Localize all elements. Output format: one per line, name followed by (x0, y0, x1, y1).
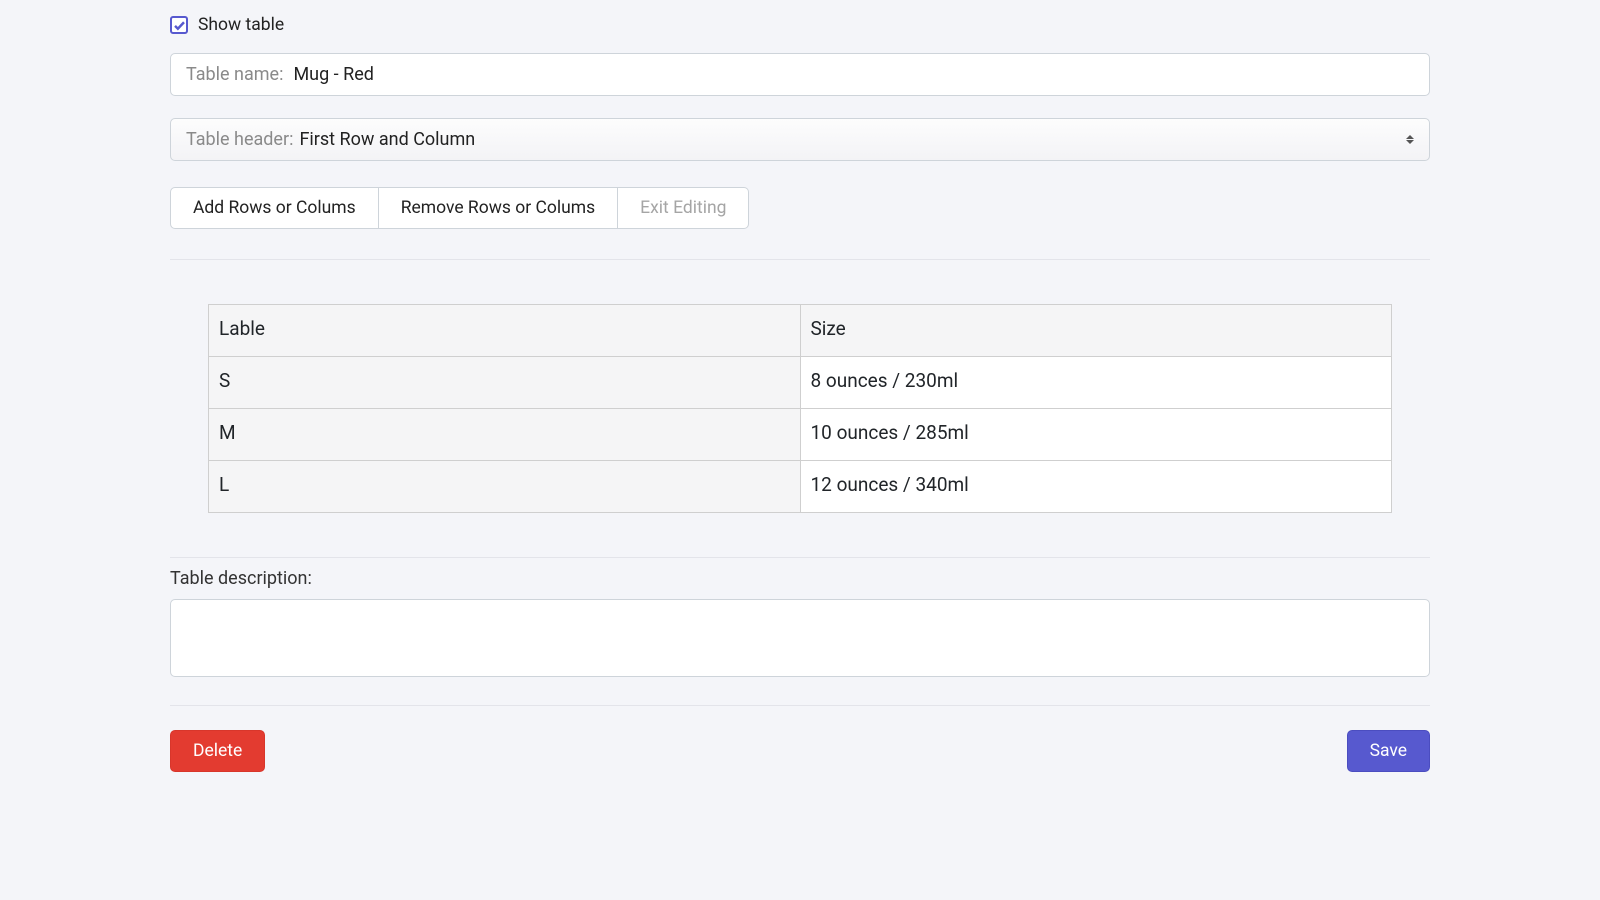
table-cell[interactable]: 10 ounces / 285ml (800, 409, 1392, 461)
divider (170, 705, 1430, 706)
table-header-row: Lable Size (209, 305, 1392, 357)
data-table: Lable Size S 8 ounces / 230ml M 10 ounce… (208, 304, 1392, 513)
exit-editing-button: Exit Editing (618, 187, 749, 229)
show-table-checkbox[interactable] (170, 16, 188, 34)
table-row: L 12 ounces / 340ml (209, 461, 1392, 513)
divider (170, 259, 1430, 260)
table-cell[interactable]: M (209, 409, 801, 461)
table-cell[interactable]: S (209, 357, 801, 409)
table-edit-button-group: Add Rows or Colums Remove Rows or Colums… (170, 187, 1430, 229)
table-name-label: Table name: (186, 64, 283, 85)
table-row: M 10 ounces / 285ml (209, 409, 1392, 461)
remove-rows-columns-button[interactable]: Remove Rows or Colums (379, 187, 618, 229)
table-description-textarea[interactable] (170, 599, 1430, 677)
delete-button[interactable]: Delete (170, 730, 265, 772)
table-header-cell[interactable]: Lable (209, 305, 801, 357)
table-header-label: Table header: (186, 129, 293, 150)
data-table-wrap: Lable Size S 8 ounces / 230ml M 10 ounce… (170, 304, 1430, 513)
table-name-input[interactable] (293, 64, 1414, 85)
check-icon (173, 19, 186, 32)
table-header-select[interactable]: Table header: First Row and Column (170, 118, 1430, 161)
table-header-value: First Row and Column (299, 129, 1414, 150)
action-row: Delete Save (170, 730, 1430, 772)
select-arrows-icon (1406, 135, 1414, 144)
add-rows-columns-button[interactable]: Add Rows or Colums (170, 187, 379, 229)
table-row: S 8 ounces / 230ml (209, 357, 1392, 409)
table-description-label: Table description: (170, 568, 1430, 589)
show-table-label: Show table (198, 15, 284, 35)
table-header-cell[interactable]: Size (800, 305, 1392, 357)
table-cell[interactable]: 12 ounces / 340ml (800, 461, 1392, 513)
table-cell[interactable]: L (209, 461, 801, 513)
divider (170, 557, 1430, 558)
table-name-field-wrap: Table name: (170, 53, 1430, 96)
table-cell[interactable]: 8 ounces / 230ml (800, 357, 1392, 409)
save-button[interactable]: Save (1347, 730, 1430, 772)
